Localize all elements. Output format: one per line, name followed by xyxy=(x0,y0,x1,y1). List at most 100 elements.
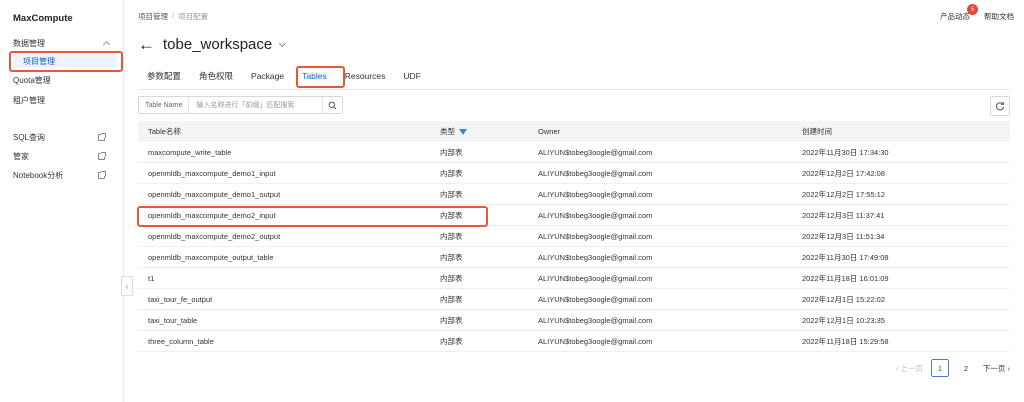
table-body: maxcompute_write_table 内部表 ALIYUN$tobeg3oo… xyxy=(138,142,1010,352)
cell-owner: ALIYUN$tobeg3oogle@gmail.com xyxy=(538,189,653,199)
breadcrumb-item-project-management[interactable]: 项目管理 xyxy=(138,11,168,22)
search-icon xyxy=(328,101,337,109)
sidebar-link-steward[interactable]: 管家 xyxy=(13,149,113,163)
highlight-box-project xyxy=(9,51,123,72)
breadcrumb: 项目管理 / 项目配置 xyxy=(138,11,208,22)
refresh-button[interactable] xyxy=(990,96,1010,116)
external-link-icon xyxy=(98,132,106,141)
cell-created-time: 2022年12月1日 15:22:02 xyxy=(802,294,885,304)
sidebar-link-label: Notebook分析 xyxy=(13,170,64,180)
help-docs-link[interactable]: 帮助文档 xyxy=(984,11,1014,22)
table-row[interactable]: taxi_tour_table 内部表 ALIYUN$tobeg3oogle@gma… xyxy=(138,310,1010,331)
tab-package[interactable]: Package xyxy=(242,65,293,87)
page-title: tobe_workspace xyxy=(163,36,273,53)
cell-table-name[interactable]: openmldb_maxcompute_demo2_output xyxy=(138,232,440,241)
external-link-icon xyxy=(98,170,106,179)
tab-bar: 参数配置 角色权限 Package Tables Resources UDF xyxy=(138,64,430,88)
nav-group-label: 数据管理 xyxy=(13,38,45,48)
cell-type: 内部表 xyxy=(440,147,463,157)
next-page-label: 下一页 xyxy=(982,363,1006,373)
cell-table-name[interactable]: openmldb_maxcompute_output_table xyxy=(138,253,440,262)
cell-owner: ALIYUN$tobeg3oogle@gmail.com xyxy=(538,273,653,283)
chevron-up-icon xyxy=(102,40,111,49)
highlight-box-row xyxy=(137,206,488,227)
column-header-created: 创建时间 xyxy=(802,127,832,136)
cell-type: 内部表 xyxy=(440,168,463,178)
refresh-icon xyxy=(995,102,1005,111)
main-content: 项目管理 / 项目配置 产品动态 5 帮助文档 ← tobe_workspace… xyxy=(124,0,1024,402)
sidebar-item-label: 租户管理 xyxy=(13,95,45,105)
cell-owner: ALIYUN$tobeg3oogle@gmail.com xyxy=(538,210,653,220)
breadcrumb-separator: / xyxy=(172,11,175,20)
next-page-button[interactable]: 下一页 › xyxy=(983,363,1010,374)
column-header-type-label: 类型 xyxy=(440,127,455,136)
nav-group-data-management[interactable]: 数据管理 xyxy=(13,37,113,49)
sidebar-item-tenant[interactable]: 租户管理 xyxy=(13,93,113,107)
tab-role-permission[interactable]: 角色权限 xyxy=(190,65,242,87)
table-row[interactable]: t1 内部表 ALIYUN$tobeg3oogle@gmail.com 2022年11… xyxy=(138,268,1010,289)
table-row[interactable]: three_column_table 内部表 ALIYUN$tobeg3oogle@… xyxy=(138,331,1010,352)
cell-created-time: 2022年12月2日 17:55:12 xyxy=(802,189,885,199)
page-2-button[interactable]: 2 xyxy=(957,359,975,377)
column-header-name: Table名称 xyxy=(148,127,181,136)
cell-owner: ALIYUN$tobeg3oogle@gmail.com xyxy=(538,147,653,157)
table-row[interactable]: openmldb_maxcompute_demo1_input 内部表 ALIYUN… xyxy=(138,163,1010,184)
cell-table-name[interactable]: openmldb_maxcompute_demo1_output xyxy=(138,190,440,199)
column-header-type: 类型 xyxy=(440,126,538,137)
cell-type: 内部表 xyxy=(440,336,463,346)
cell-created-time: 2022年12月3日 11:51:34 xyxy=(802,231,885,241)
cell-created-time: 2022年11月18日 15:29:58 xyxy=(802,336,889,346)
sidebar-item-quota[interactable]: Quota管理 xyxy=(13,73,113,87)
prev-page-label: 上一页 xyxy=(900,363,923,373)
product-news-label: 产品动态 xyxy=(940,12,970,21)
sidebar: MaxCompute 数据管理 项目管理 Quota管理 租户管理 SQL查询 … xyxy=(0,0,124,402)
cell-type: 内部表 xyxy=(440,315,463,325)
table-row[interactable]: maxcompute_write_table 内部表 ALIYUN$tobeg3oo… xyxy=(138,142,1010,163)
cell-created-time: 2022年12月3日 11:37:41 xyxy=(802,210,885,220)
sidebar-link-sql-query[interactable]: SQL查询 xyxy=(13,130,113,144)
cell-created-time: 2022年11月30日 17:49:08 xyxy=(802,252,889,262)
sidebar-link-notebook[interactable]: Notebook分析 xyxy=(13,168,113,182)
highlight-box-tables-tab xyxy=(296,66,345,88)
cell-owner: ALIYUN$tobeg3oogle@gmail.com xyxy=(538,315,653,325)
filter-icon[interactable] xyxy=(459,128,467,135)
sidebar-link-label: 管家 xyxy=(13,151,29,161)
page-1-button[interactable]: 1 xyxy=(930,359,949,377)
cell-table-name[interactable]: taxi_tour_table xyxy=(138,316,440,325)
cell-table-name[interactable]: three_column_table xyxy=(138,337,440,346)
table-row[interactable]: taxi_tour_fe_output 内部表 ALIYUN$tobeg3oogle… xyxy=(138,289,1010,310)
table-row[interactable]: openmldb_maxcompute_output_table 内部表 ALIYU… xyxy=(138,247,1010,268)
news-badge: 5 xyxy=(967,4,978,15)
search-box: Table Name 输入名称进行「前缀」匹配搜索 xyxy=(138,96,343,114)
sidebar-item-label: Quota管理 xyxy=(13,75,51,85)
prev-page-button[interactable]: ‹ 上一页 xyxy=(896,363,923,374)
chevron-down-icon[interactable] xyxy=(279,39,287,47)
table-row[interactable]: openmldb_maxcompute_demo1_output 内部表 ALIYU… xyxy=(138,184,1010,205)
cell-type: 内部表 xyxy=(440,252,463,262)
tables-table: Table名称 类型 Owner 创建时间 maxcompute_write_t… xyxy=(138,121,1010,352)
cell-table-name[interactable]: taxi_tour_fe_output xyxy=(138,295,440,304)
table-header: Table名称 类型 Owner 创建时间 xyxy=(138,121,1010,142)
tab-udf[interactable]: UDF xyxy=(394,65,429,87)
cell-created-time: 2022年12月1日 10:23:35 xyxy=(802,315,885,325)
cell-table-name[interactable]: maxcompute_write_table xyxy=(138,148,440,157)
cell-owner: ALIYUN$tobeg3oogle@gmail.com xyxy=(538,336,653,346)
search-button[interactable] xyxy=(322,97,342,113)
external-link-icon xyxy=(98,151,106,160)
back-arrow-icon[interactable]: ← xyxy=(138,36,155,53)
cell-table-name[interactable]: openmldb_maxcompute_demo1_input xyxy=(138,169,440,178)
breadcrumb-item-current: 项目配置 xyxy=(178,12,209,21)
cell-owner: ALIYUN$tobeg3oogle@gmail.com xyxy=(538,252,653,262)
cell-type: 内部表 xyxy=(440,231,463,241)
cell-type: 内部表 xyxy=(440,294,463,304)
search-field-label: Table Name xyxy=(139,97,190,113)
cell-table-name[interactable]: t1 xyxy=(138,274,440,283)
tab-parameter-config[interactable]: 参数配置 xyxy=(138,65,190,87)
search-input[interactable]: 输入名称进行「前缀」匹配搜索 xyxy=(189,100,322,110)
cell-type: 内部表 xyxy=(440,189,463,199)
pagination: ‹ 上一页 1 2 下一页 › xyxy=(896,359,1010,377)
brand-title: MaxCompute xyxy=(13,13,73,24)
tabs-divider xyxy=(138,89,1010,90)
table-row[interactable]: openmldb_maxcompute_demo2_output 内部表 ALIYU… xyxy=(138,226,1010,247)
product-news-link[interactable]: 产品动态 5 xyxy=(940,4,978,22)
